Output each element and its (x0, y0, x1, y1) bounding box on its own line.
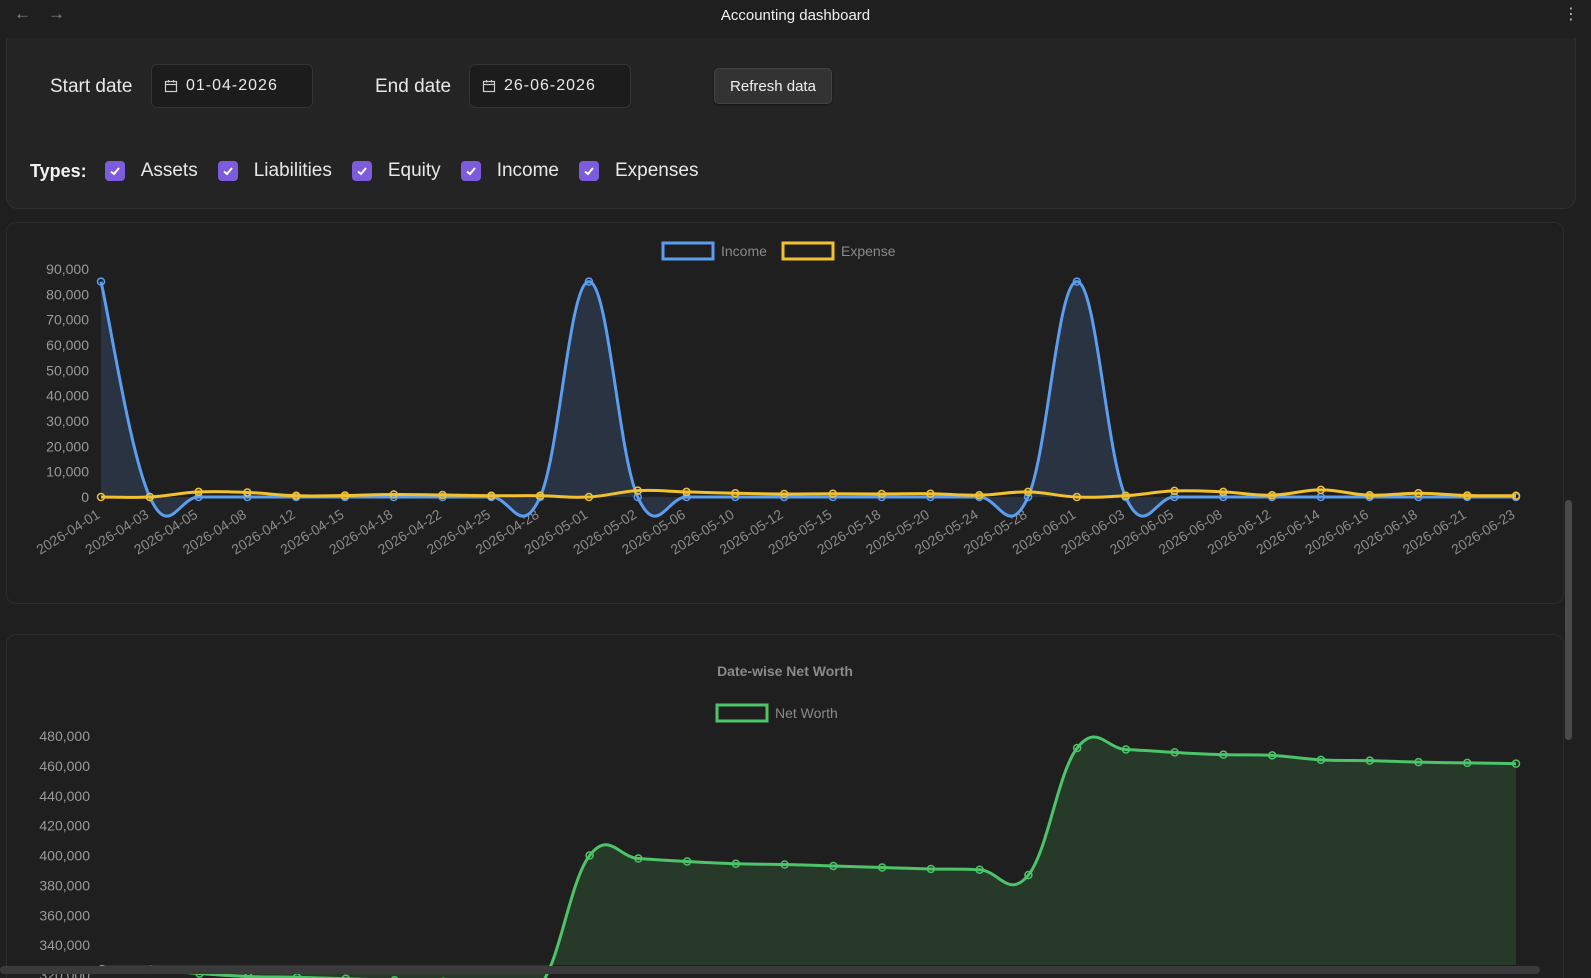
check-icon (466, 167, 476, 176)
y-tick-label-2: 20,000 (46, 438, 89, 454)
y-tick-label-7: 70,000 (46, 312, 89, 328)
horizontal-scrollbar[interactable] (0, 966, 1540, 974)
y-tick-label-8: 480,000 (39, 728, 90, 744)
y-tick-label-3: 380,000 (39, 877, 90, 893)
liabilities-checkbox[interactable] (217, 161, 238, 181)
expenses-checkbox[interactable] (579, 161, 599, 181)
expenses-checkbox-label[interactable]: Expenses (615, 160, 698, 182)
y-tick-label-5: 50,000 (46, 362, 89, 378)
end-date-input[interactable]: 26-06-2026 (469, 64, 631, 108)
legend-swatch-0 (661, 241, 715, 261)
y-tick-label-5: 420,000 (39, 818, 90, 834)
calendar-icon (164, 80, 178, 93)
types-label: Types: (30, 160, 87, 181)
income-expense-chart: Income Expense 0 10,000 20,000 30,000 40,000 50… (33, 241, 1521, 557)
title-bar: ← → Accounting dashboard ⋮ (0, 0, 1591, 30)
check-icon (223, 167, 233, 176)
start-date-input[interactable]: 01-04-2026 (151, 64, 313, 108)
check-icon (584, 167, 594, 176)
refresh-data-button[interactable]: Refresh data (714, 68, 832, 104)
series-area-0 (101, 281, 1516, 517)
legend-label-0: Income (721, 243, 767, 259)
y-tick-label-1: 10,000 (46, 464, 89, 480)
types-filter-row: Types: Assets Liabilities Equity Income … (30, 158, 718, 184)
equity-checkbox-label[interactable]: Equity (388, 160, 441, 182)
income-expense-chart-card: Income Expense 0 10,000 20,000 30,000 40,000 50… (6, 222, 1564, 604)
end-date-label: End date (375, 76, 452, 97)
legend-swatch-0 (715, 703, 769, 723)
y-tick-label-6: 440,000 (39, 788, 90, 804)
arrow-right-icon[interactable]: → (48, 4, 65, 24)
check-icon (110, 167, 120, 176)
assets-checkbox[interactable] (104, 161, 125, 181)
end-date-value: 26-06-2026 (504, 77, 596, 94)
y-tick-label-1: 340,000 (39, 937, 90, 953)
calendar-icon (482, 80, 496, 93)
y-tick-label-4: 40,000 (46, 388, 89, 404)
y-tick-label-6: 60,000 (46, 337, 89, 353)
start-date-label: Start date (50, 76, 133, 97)
check-icon (357, 167, 367, 176)
income-checkbox[interactable] (460, 161, 481, 181)
vertical-scrollbar[interactable] (1565, 500, 1572, 740)
arrow-left-icon[interactable]: ← (14, 4, 31, 24)
y-tick-label-8: 80,000 (46, 286, 89, 302)
window-title: Accounting dashboard (720, 6, 871, 24)
series-line-0 (99, 280, 1516, 518)
income-checkbox-label[interactable]: Income (497, 160, 559, 182)
kebab-menu-icon[interactable]: ⋮ (1563, 4, 1579, 24)
y-tick-label-3: 30,000 (46, 413, 89, 429)
y-tick-label-4: 400,000 (39, 848, 90, 864)
y-tick-label-9: 90,000 (46, 261, 89, 277)
net-worth-chart-card: Date-wise Net WorthNet Worth320,000340,0… (6, 634, 1564, 978)
legend-swatch-1 (781, 241, 835, 261)
y-tick-label-0: 0 (81, 489, 89, 505)
chart-title: Date-wise Net Worth (717, 663, 853, 679)
legend-label-1: Expense (841, 243, 896, 259)
net-worth-chart: Date-wise Net WorthNet Worth320,000340,0… (39, 663, 1521, 978)
y-tick-label-2: 360,000 (39, 907, 90, 923)
liabilities-checkbox-label[interactable]: Liabilities (254, 160, 332, 182)
legend-label-0: Net Worth (775, 705, 838, 721)
equity-checkbox[interactable] (351, 161, 372, 181)
series-area-0 (102, 736, 1516, 978)
assets-checkbox-label[interactable]: Assets (141, 160, 198, 182)
start-date-value: 01-04-2026 (186, 77, 278, 94)
y-tick-label-7: 460,000 (39, 758, 90, 774)
